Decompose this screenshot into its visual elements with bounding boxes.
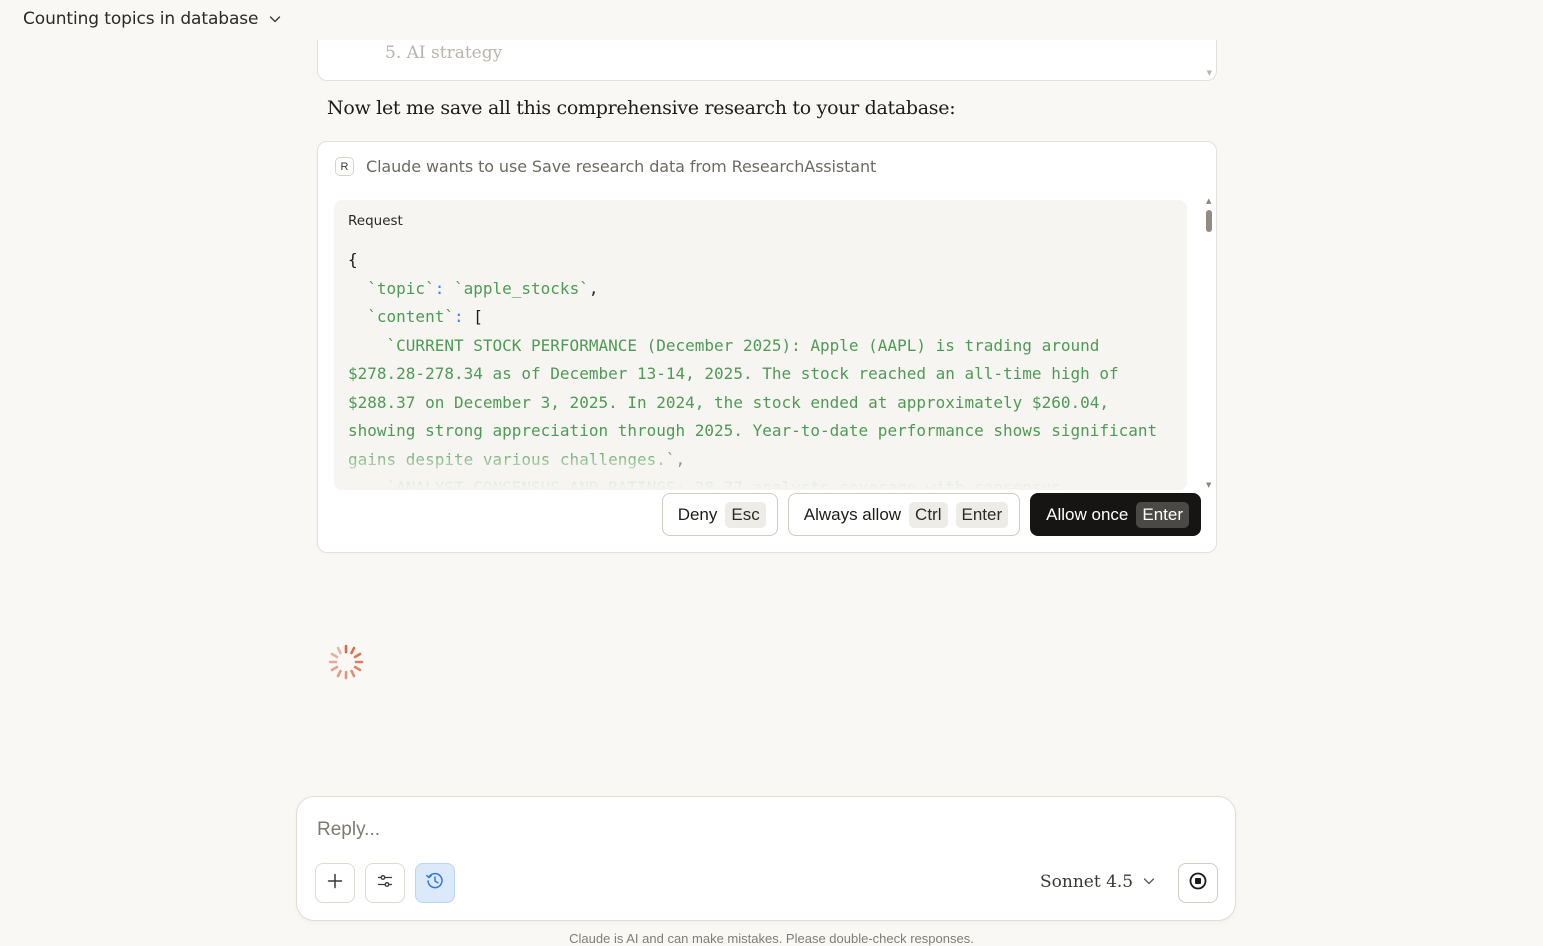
always-allow-label: Always allow <box>803 504 902 524</box>
deny-shortcut: Esc <box>725 501 766 528</box>
tool-header: R Claude wants to use Save research data… <box>335 157 876 176</box>
stop-icon <box>1188 871 1208 895</box>
code-open-brace: { <box>348 250 358 269</box>
code-topic-key: `topic` <box>367 278 435 298</box>
deny-label: Deny <box>677 504 718 524</box>
reply-input[interactable] <box>315 818 1199 842</box>
sliders-icon <box>376 872 394 894</box>
always-allow-button[interactable]: Always allow Ctrl Enter <box>787 493 1021 536</box>
code-content-item-2: `ANALYST CONSENSUS AND RATINGS: 28-77 an… <box>386 478 1061 490</box>
request-label: Request <box>348 213 403 229</box>
always-allow-shortcut-ctrl: Ctrl <box>909 501 948 528</box>
always-allow-shortcut-enter: Enter <box>955 501 1009 528</box>
code-open-bracket: [ <box>473 307 483 326</box>
request-code-box[interactable]: Request { `topic`: `apple_stocks`, `cont… <box>334 200 1187 490</box>
loading-spinner-icon <box>327 643 365 681</box>
deny-button[interactable]: Deny Esc <box>661 493 778 536</box>
composer: Sonnet 4.5 <box>296 796 1236 921</box>
disclaimer-text: Claude is AI and can make mistakes. Plea… <box>569 931 974 946</box>
code-content-key: `content` <box>367 307 454 326</box>
allow-once-button[interactable]: Allow once Enter <box>1030 493 1201 536</box>
plus-icon <box>326 872 344 894</box>
scrollbar-thumb[interactable] <box>1206 210 1212 232</box>
scroll-down-arrow-icon[interactable]: ▼ <box>1207 69 1212 77</box>
clock-icon <box>425 871 445 895</box>
assistant-message: Now let me save all this comprehensive r… <box>327 97 956 119</box>
tool-header-text: Claude wants to use Save research data f… <box>366 157 877 176</box>
code-content-item-1: `CURRENT STOCK PERFORMANCE (December 202… <box>348 335 1167 469</box>
model-selector[interactable]: Sonnet 4.5 <box>1040 872 1156 892</box>
tools-settings-button[interactable] <box>365 863 405 903</box>
code-topic-value: `apple_stocks` <box>453 278 589 298</box>
scroll-up-arrow-icon[interactable]: ▲ <box>1206 197 1211 205</box>
allow-once-label: Allow once <box>1046 504 1129 524</box>
server-badge: R <box>335 157 354 176</box>
chat-title: Counting topics in database <box>23 9 259 29</box>
chevron-down-icon <box>268 12 282 26</box>
chat-title-dropdown[interactable]: Counting topics in database <box>23 7 282 31</box>
tool-permission-card: R Claude wants to use Save research data… <box>317 141 1217 553</box>
scroll-down-arrow-icon[interactable]: ▼ <box>1206 481 1211 489</box>
request-json: { `topic`: `apple_stocks`, `content`: [ … <box>348 246 1178 490</box>
faded-list-item: 5. AI strategy <box>385 43 503 63</box>
chevron-down-icon <box>1142 873 1156 892</box>
add-attachment-button[interactable] <box>315 863 355 903</box>
extended-thinking-button[interactable] <box>415 863 455 903</box>
stop-button[interactable] <box>1178 863 1218 903</box>
allow-once-shortcut: Enter <box>1136 501 1189 528</box>
previous-tool-result: 5. AI strategy ▼ <box>317 40 1217 81</box>
request-scrollbar[interactable]: ▲ ▼ <box>1204 197 1214 489</box>
model-name: Sonnet 4.5 <box>1040 872 1134 892</box>
permission-buttons: Deny Esc Always allow Ctrl Enter Allow o… <box>661 493 1201 536</box>
